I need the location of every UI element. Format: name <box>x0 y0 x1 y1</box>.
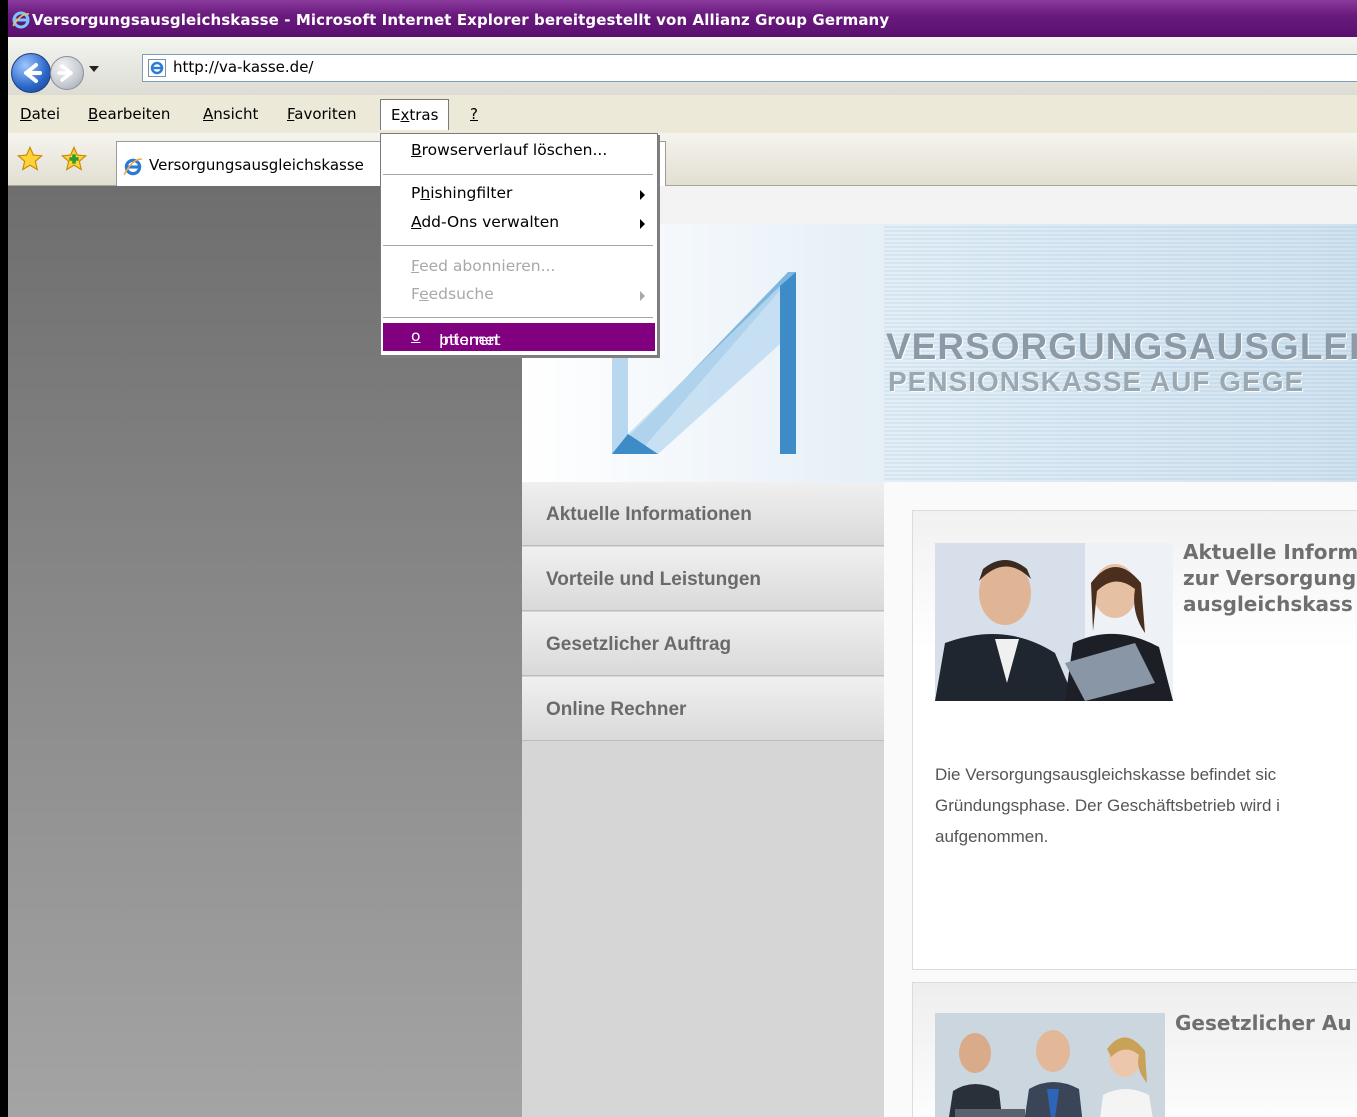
submenu-arrow-icon <box>640 291 645 301</box>
tab-ie-icon <box>123 158 142 176</box>
news-card: Aktuelle Inform zur Versorgung ausgleich… <box>912 510 1357 970</box>
nav-vorteile-und-leistungen[interactable]: Vorteile und Leistungen <box>522 547 884 611</box>
nav-online-rechner[interactable]: Online Rechner <box>522 677 884 741</box>
news-text: Die Versorgungsausgleichskasse befindet … <box>935 765 1280 846</box>
page-content: VERSORGUNGSAUSGLEIC PENSIONSKASSE AUF GE… <box>8 186 1357 1117</box>
site-navigation: Aktuelle Informationen Vorteile und Leis… <box>522 482 884 1117</box>
browser-window: Versorgungsausgleichskasse - Microsoft I… <box>8 0 1357 1117</box>
menu-phishingfilter[interactable]: Phishingfilter <box>411 184 512 202</box>
menu-favoriten[interactable]: Favoriten <box>287 105 356 123</box>
submenu-arrow-icon <box>640 190 645 200</box>
address-toolbar: http://va-kasse.de/ <box>8 37 1357 95</box>
menu-datei[interactable]: Datei <box>20 105 60 123</box>
site-title: VERSORGUNGSAUSGLEIC <box>886 326 1357 367</box>
ie-logo-icon <box>12 11 30 29</box>
menu-bar: Datei Bearbeiten Ansicht Favoriten Extra… <box>8 95 1357 134</box>
legal-card: Gesetzlicher Au <box>912 982 1357 1117</box>
menu-internetoptionen[interactable]: Internet o ptionen <box>383 323 655 351</box>
page-ie-icon <box>148 59 166 77</box>
favorites-star-icon[interactable] <box>16 145 44 173</box>
nav-gesetzlicher-auftrag[interactable]: Gesetzlicher Auftrag <box>522 612 884 676</box>
add-favorite-icon[interactable] <box>60 145 88 173</box>
forward-button[interactable] <box>50 56 84 90</box>
menu-add-ons-verwalten[interactable]: Add-Ons verwalten <box>411 213 559 231</box>
menu-browserverlauf-loeschen[interactable]: Browserverlauf löschen... <box>411 141 607 159</box>
legal-heading: Gesetzlicher Au <box>1175 1011 1352 1035</box>
title-bar[interactable]: Versorgungsausgleichskasse - Microsoft I… <box>8 0 1357 37</box>
favorites-tab-bar: Versorgungsausgleichskasse <box>8 133 1357 186</box>
news-heading: Aktuelle Inform zur Versorgung ausgleich… <box>1183 540 1357 616</box>
tab-title: Versorgungsausgleichskasse <box>149 156 364 174</box>
back-button[interactable] <box>11 53 51 93</box>
back-arrow-icon <box>24 63 42 83</box>
history-dropdown-icon[interactable] <box>89 66 99 72</box>
menu-extras[interactable]: Extras <box>380 99 450 130</box>
menu-help[interactable]: ? <box>470 105 478 123</box>
forward-arrow-icon <box>57 64 73 82</box>
site-subtitle: PENSIONSKASSE AUF GEGE <box>888 366 1305 397</box>
menu-bearbeiten[interactable]: Bearbeiten <box>88 105 170 123</box>
menu-feedsuche: Feedsuche <box>411 285 494 303</box>
submenu-arrow-icon <box>640 219 645 229</box>
menu-separator <box>383 174 653 175</box>
menu-separator <box>383 245 653 246</box>
extras-menu: Browserverlauf löschen... Phishingfilter… <box>380 133 658 356</box>
menu-feed-abonnieren: Feed abonnieren... <box>411 257 556 275</box>
address-bar[interactable]: http://va-kasse.de/ <box>142 54 1357 82</box>
nav-aktuelle-informationen[interactable]: Aktuelle Informationen <box>522 482 884 546</box>
menu-ansicht[interactable]: Ansicht <box>203 105 258 123</box>
business-people-photo <box>935 543 1173 701</box>
url-text: http://va-kasse.de/ <box>173 58 314 76</box>
window-title: Versorgungsausgleichskasse - Microsoft I… <box>32 11 890 29</box>
team-photo <box>935 1013 1165 1117</box>
menu-separator <box>383 317 653 318</box>
main-content: Aktuelle Inform zur Versorgung ausgleich… <box>884 482 1357 1117</box>
